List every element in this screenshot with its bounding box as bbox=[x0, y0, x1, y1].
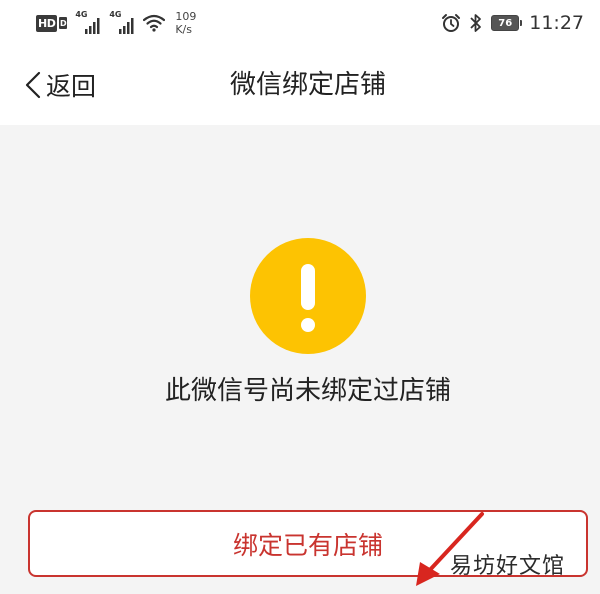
speed-value: 109 bbox=[175, 10, 197, 23]
signal-group-2: 4G bbox=[109, 10, 135, 34]
signal-icon bbox=[85, 18, 100, 34]
hd-sub-badge: D bbox=[59, 17, 68, 29]
unbound-message: 此微信号尚未绑定过店铺 bbox=[164, 376, 451, 406]
alarm-icon bbox=[442, 14, 461, 32]
network-speed: 109 K/s bbox=[175, 10, 196, 36]
back-label: 返回 bbox=[46, 72, 97, 101]
status-bar-right: 76 11:27 bbox=[441, 8, 584, 38]
wifi-icon bbox=[143, 14, 166, 32]
network-type-label: 4G bbox=[109, 10, 122, 19]
exclamation-bar bbox=[301, 264, 315, 310]
back-button[interactable]: 返回 bbox=[24, 67, 96, 103]
page: HD D 4G 4G 109 K/s 76 11:27 微信绑定店铺 返回 此微… bbox=[0, 0, 600, 594]
watermark: 易坊好文馆 bbox=[450, 554, 566, 579]
status-bar-left: HD D 4G 4G 109 K/s bbox=[36, 8, 196, 38]
hd-badge: HD bbox=[36, 14, 58, 32]
status-bar: HD D 4G 4G 109 K/s 76 11:27 bbox=[0, 0, 600, 45]
signal-group-1: 4G bbox=[75, 10, 101, 34]
battery-icon: 76 bbox=[491, 15, 523, 31]
nav-bar: 微信绑定店铺 返回 bbox=[0, 45, 600, 125]
signal-icon bbox=[119, 18, 134, 34]
bind-button-label: 绑定已有店铺 bbox=[232, 530, 383, 560]
speed-unit: K/s bbox=[175, 23, 192, 36]
chevron-left-icon bbox=[25, 71, 41, 99]
bluetooth-icon bbox=[470, 14, 482, 32]
status-time: 11:27 bbox=[529, 12, 584, 34]
exclamation-dot bbox=[301, 318, 315, 332]
network-type-label: 4G bbox=[75, 10, 88, 19]
wifi-wrap bbox=[143, 14, 166, 32]
warning-icon bbox=[250, 238, 366, 354]
